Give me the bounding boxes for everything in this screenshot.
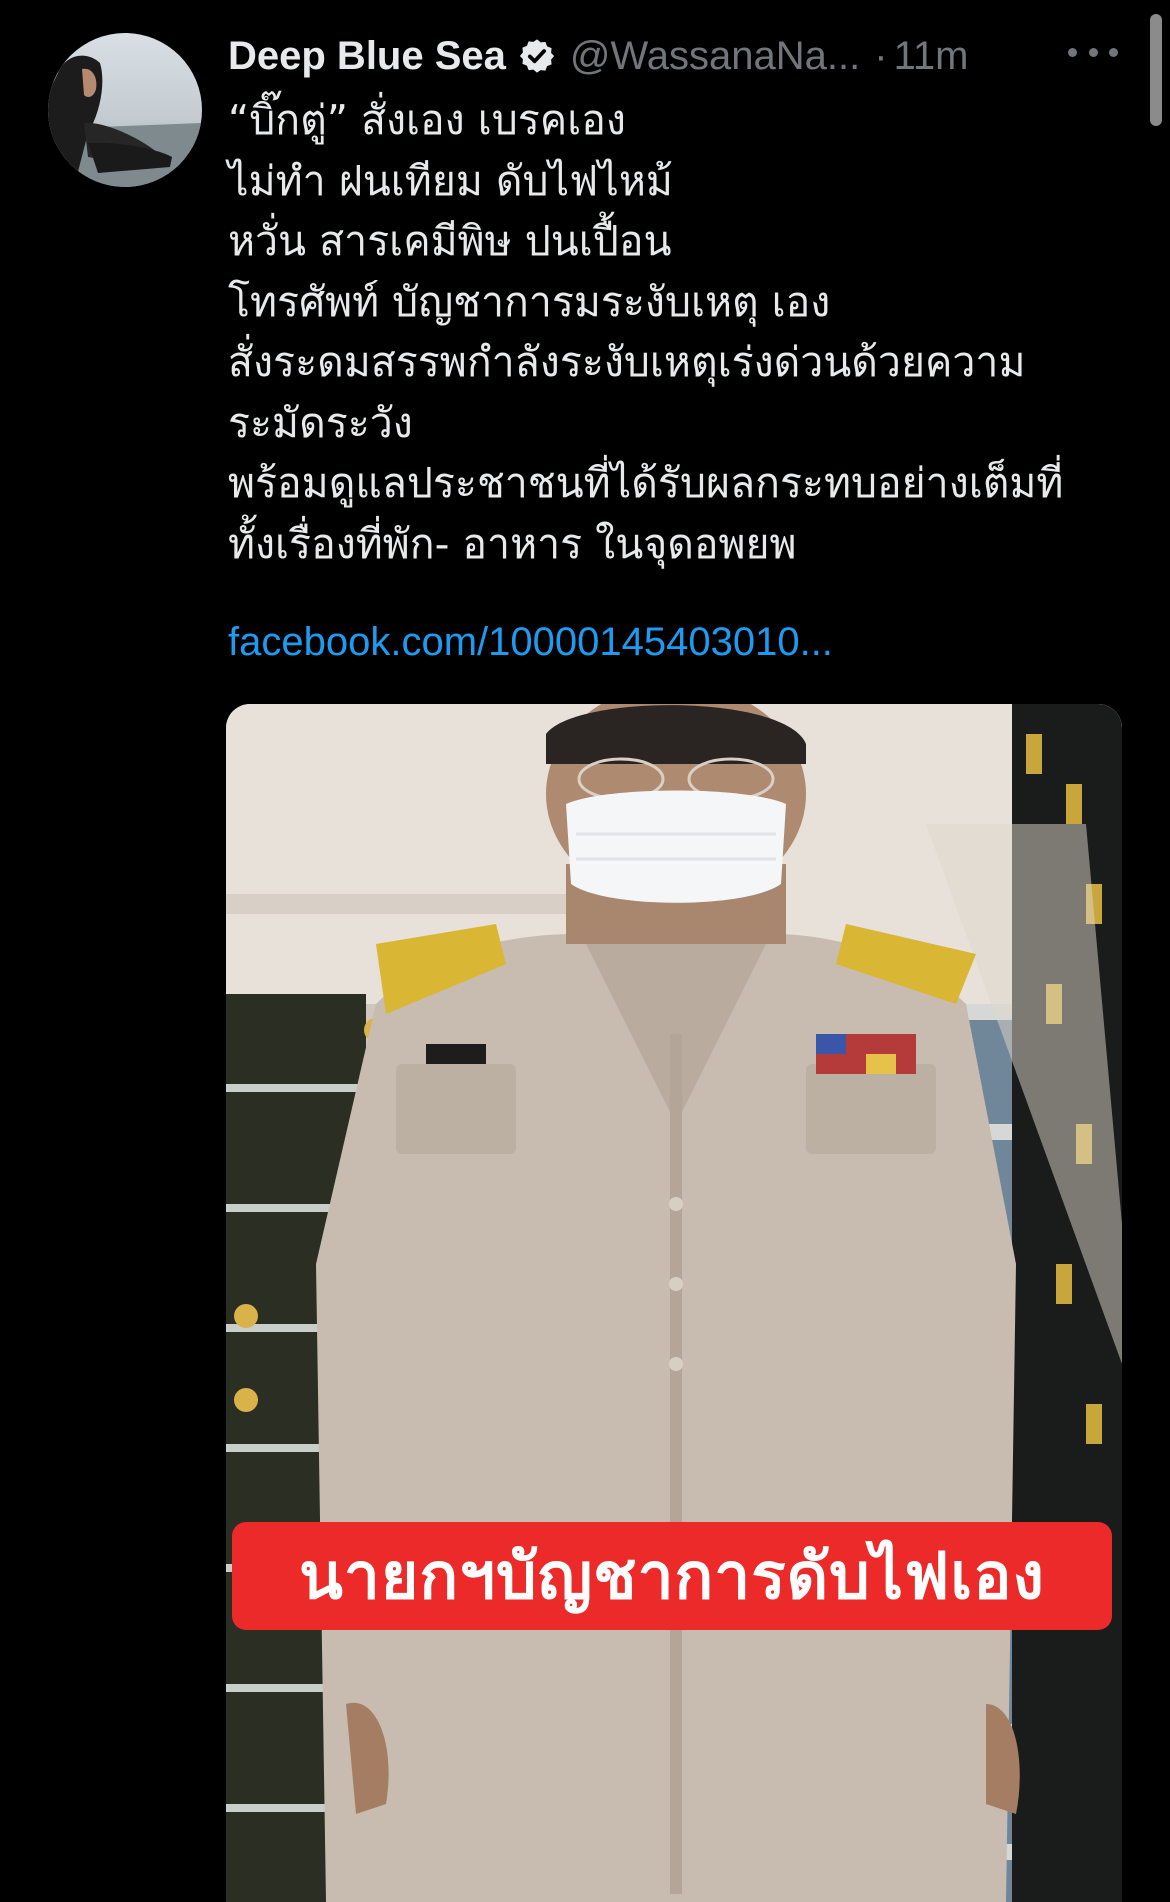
media-caption-text: นายกฯบัญชาการดับไฟเอง bbox=[299, 1540, 1045, 1614]
tweet-media-image[interactable]: นายกฯบัญชาการดับไฟเอง bbox=[226, 704, 1122, 1902]
tweet-text-line: ทั้งเรื่องที่พัก- อาหาร ในจุดอพยพ bbox=[228, 519, 797, 568]
media-photo bbox=[226, 704, 1122, 1902]
tweet-header: Deep Blue Sea @WassanaNa... · 11m bbox=[228, 26, 1128, 86]
avatar[interactable] bbox=[48, 33, 202, 187]
verified-badge-icon bbox=[518, 37, 556, 75]
tweet-text-line: สั่งระดมสรรพกำลังระงับเหตุเร่งด่วนด้วยคว… bbox=[228, 338, 1026, 386]
tweet-text-line: ไม่ทำ ฝนเทียม ดับไฟไหม้ bbox=[228, 156, 673, 205]
tweet-text: “บิ๊กตู่” สั่งเอง เบรคเอง ไม่ทำ ฝนเทียม … bbox=[228, 90, 1118, 574]
avatar-image bbox=[48, 33, 202, 187]
tweet-text-line: โทรศัพท์ บัญชาการมระงับเหตุ เอง bbox=[228, 277, 831, 326]
more-horizontal-icon[interactable] bbox=[1068, 40, 1118, 64]
more-dot bbox=[1109, 47, 1118, 57]
more-dot bbox=[1088, 47, 1098, 57]
scrollbar-thumb[interactable] bbox=[1150, 14, 1162, 126]
display-name[interactable]: Deep Blue Sea bbox=[228, 34, 506, 79]
tweet-text-line: พร้อมดูแลประชาชนที่ได้รับผลกระทบอย่างเต็… bbox=[228, 459, 1064, 507]
user-handle[interactable]: @WassanaNa... bbox=[570, 34, 860, 79]
timestamp[interactable]: 11m bbox=[894, 34, 969, 79]
tweet-text-line: “บิ๊กตู่” สั่งเอง เบรคเอง bbox=[228, 96, 626, 144]
more-dot bbox=[1068, 47, 1077, 57]
tweet-text-line: หวั่น สารเคมีพิษ ปนเปื้อน bbox=[228, 217, 672, 265]
separator-dot: · bbox=[874, 33, 888, 78]
external-link[interactable]: facebook.com/10000145403010... bbox=[228, 620, 833, 665]
tweet-text-line: ระมัดระวัง bbox=[228, 398, 413, 447]
media-caption-banner: นายกฯบัญชาการดับไฟเอง bbox=[232, 1522, 1112, 1630]
